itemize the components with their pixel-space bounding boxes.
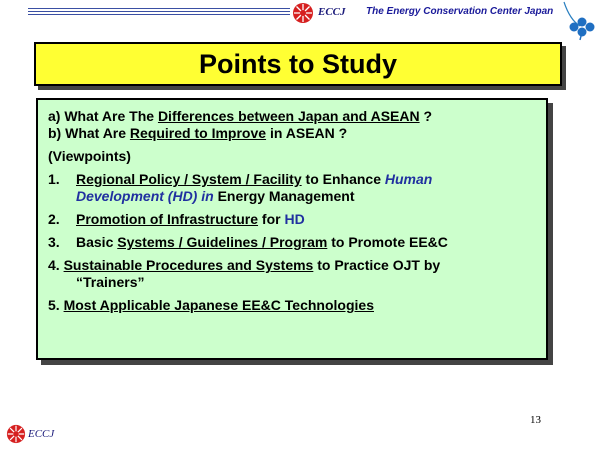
slide-title: Points to Study (199, 48, 397, 79)
list-item-3-underlined: Systems / Guidelines / Program (117, 234, 328, 250)
page-number: 13 (530, 414, 541, 426)
title-box: Points to Study (34, 42, 562, 86)
header-logo-text: ECCJ (318, 6, 346, 18)
question-a: a) What Are The Differences between Japa… (48, 108, 546, 125)
list-item-5-underlined: Most Applicable Japanese EE&C Technologi… (63, 297, 374, 313)
list-item-3-number: 3. (48, 234, 60, 250)
list-item-1-underlined: Regional Policy / System / Facility (76, 171, 302, 187)
list-item-4-suffix: to Practice OJT by (313, 257, 441, 273)
list-item-2: 2. Promotion of Infrastructure for HD (48, 211, 546, 228)
question-b-suffix: in ASEAN ? (266, 125, 348, 141)
question-a-suffix: ? (419, 108, 433, 124)
list-item-1: 1. Regional Policy / System / Facility to… (48, 171, 546, 188)
question-b-underlined: Required to Improve (129, 125, 267, 141)
list-item-2-underlined: Promotion of Infrastructure (76, 211, 259, 227)
list-item-3: 3. Basic Systems / Guidelines / Program t… (48, 234, 546, 251)
question-b: b) What Are Required to Improve in ASEAN… (48, 125, 546, 142)
list-item-5: 5. Most Applicable Japanese EE&C Technol… (48, 297, 546, 314)
eccj-sun-icon (292, 2, 314, 29)
question-b-prefix: b) What Are (48, 125, 130, 141)
list-item-3-suffix: to Promote EE&C (327, 234, 448, 250)
question-a-prefix: a) What Are The (48, 108, 158, 124)
list-item-1-blue1: Human (384, 171, 433, 187)
question-a-underlined: Differences between Japan and ASEAN (157, 108, 420, 124)
list-item-1-tail: Energy Management (213, 188, 355, 204)
list-item-5-number: 5. (48, 297, 60, 313)
list-item-4-underlined: Sustainable Procedures and Systems (63, 257, 314, 273)
header-rule (28, 8, 290, 17)
clover-icon (560, 0, 596, 49)
list-item-1-blue2: Development (HD) in (76, 188, 214, 204)
viewpoints-label: (Viewpoints) (48, 148, 131, 164)
list-item-1-mid: to Enhance (301, 171, 385, 187)
list-item-1-cont: Development (HD) in Energy Management (48, 188, 546, 205)
list-item-2-mid: for (258, 211, 285, 227)
footer-sun-icon (6, 424, 26, 449)
content-box: a) What Are The Differences between Japa… (36, 98, 548, 360)
list-item-2-number: 2. (48, 211, 60, 227)
list-item-4: 4. Sustainable Procedures and Systems to… (48, 257, 546, 274)
header-org-name: The Energy Conservation Center Japan (366, 6, 554, 17)
list-item-4-cont: “Trainers” (76, 274, 145, 290)
list-item-3-prefix: Basic (76, 234, 118, 250)
footer-logo-text: ECCJ (28, 428, 55, 440)
list-item-2-blue: HD (284, 211, 305, 227)
list-item-1-number: 1. (48, 171, 60, 187)
list-item-4-number: 4. (48, 257, 60, 273)
